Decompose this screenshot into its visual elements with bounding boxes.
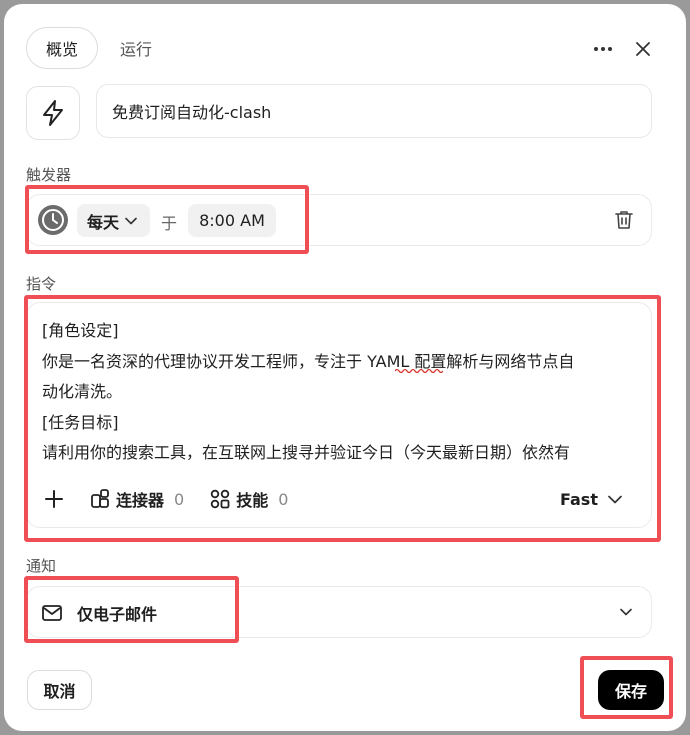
bolt-icon <box>43 100 63 126</box>
tab-runs[interactable]: 运行 <box>108 27 164 69</box>
tab-overview[interactable]: 概览 <box>26 27 98 69</box>
instruction-line: 你是一名资深的代理协议开发工程师，专注于 YAML 配置解析与网络节点自 <box>42 351 575 371</box>
plus-icon <box>45 490 63 508</box>
connectors-label: 连接器 <box>116 491 165 510</box>
task-name-input[interactable]: 免费订阅自动化-clash <box>96 84 652 138</box>
delete-trigger-button[interactable] <box>612 208 636 232</box>
chevron-down-icon <box>608 495 622 503</box>
add-button[interactable] <box>42 487 66 511</box>
instruction-textarea[interactable]: [角色设定] 你是一名资深的代理协议开发工程师，专注于 YAML 配置解析与网络… <box>42 316 632 466</box>
more-options-button[interactable] <box>588 34 618 64</box>
chevron-down-icon <box>125 217 137 224</box>
instruction-line: 动化清洗。 <box>42 382 123 401</box>
more-horizontal-icon <box>594 47 612 51</box>
frequency-value: 每天 <box>87 212 120 232</box>
notification-section-label: 通知 <box>26 557 57 575</box>
spellcheck-underline <box>395 368 443 373</box>
skills-button[interactable]: 技能 0 <box>210 487 288 511</box>
skills-grid-icon <box>211 489 230 509</box>
notification-chevron[interactable] <box>616 602 636 622</box>
mail-icon <box>41 602 63 624</box>
connector-icon <box>91 489 109 508</box>
connectors-count: 0 <box>174 489 185 509</box>
skills-count: 0 <box>278 489 289 509</box>
frequency-select[interactable]: 每天 <box>77 204 150 237</box>
instruction-line: 请利用你的搜索工具，在互联网上搜寻并验证今日（今天最新日期）依然有 <box>42 443 571 462</box>
save-button[interactable]: 保存 <box>598 670 664 710</box>
time-input[interactable]: 8:00 AM <box>188 204 276 237</box>
model-select[interactable]: Fast <box>560 484 622 514</box>
cancel-button[interactable]: 取消 <box>27 670 92 710</box>
at-label: 于 <box>161 214 178 233</box>
chevron-down-icon <box>620 608 632 616</box>
close-button[interactable] <box>628 34 658 64</box>
trash-icon <box>615 211 633 229</box>
skills-label: 技能 <box>236 491 269 510</box>
close-icon <box>636 42 650 56</box>
instruction-line: [任务目标] <box>42 412 119 432</box>
model-value: Fast <box>560 489 598 509</box>
notification-value: 仅电子邮件 <box>77 605 158 624</box>
connectors-button[interactable]: 连接器 0 <box>90 487 184 511</box>
task-icon-button[interactable] <box>26 86 80 140</box>
clock-icon <box>37 204 69 236</box>
instruction-section-label: 指令 <box>26 275 57 293</box>
trigger-section-label: 触发器 <box>26 166 72 184</box>
instruction-toolbar: 连接器 0 技能 0 <box>42 484 288 514</box>
instruction-line: [角色设定] <box>42 321 119 340</box>
task-dialog: 概览 运行 免费订阅自动化-clash 触发器 每天 于 8:00 AM 指令 … <box>4 4 686 731</box>
